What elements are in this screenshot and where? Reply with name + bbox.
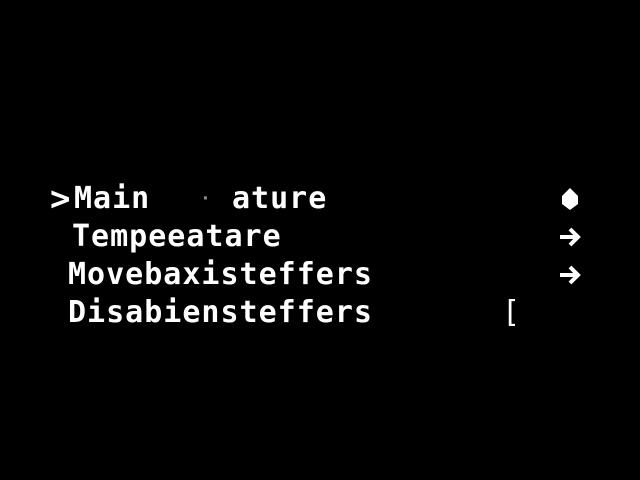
- menu-item-label: Tempeeatare: [72, 219, 282, 254]
- main-menu: > Main · ature Tempeeatare Movebaxisteff…: [50, 180, 610, 332]
- arrow-right-icon: [556, 222, 584, 252]
- menu-item-overlay-text: [: [502, 295, 522, 330]
- menu-item-disable-steppers[interactable]: Disabiensteffers [: [50, 294, 610, 332]
- menu-item-temperature[interactable]: Tempeeatare: [50, 218, 610, 256]
- menu-item-move-axis[interactable]: Movebaxisteffers: [50, 256, 610, 294]
- menu-item-label: Disabiensteffers: [68, 295, 373, 330]
- lcd-screen: > Main · ature Tempeeatare Movebaxisteff…: [0, 0, 640, 480]
- menu-item-label: Main: [74, 181, 151, 216]
- selection-cursor-icon: >: [50, 179, 71, 219]
- arrow-right-icon: [556, 260, 584, 290]
- menu-item-label: Movebaxisteffers: [68, 257, 373, 292]
- garbled-dot: ·: [200, 188, 212, 209]
- menu-item-main[interactable]: > Main · ature: [50, 180, 610, 218]
- back-dot-icon: [556, 184, 584, 214]
- menu-item-overlay-text: ature: [232, 181, 328, 216]
